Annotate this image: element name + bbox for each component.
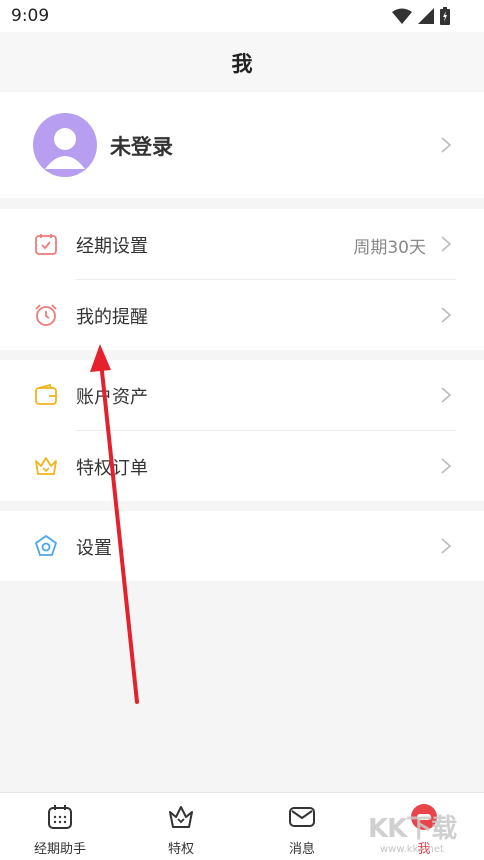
alarm-clock-icon — [35, 304, 57, 326]
menu-item-period-settings[interactable]: 经期设置 周期30天 — [0, 209, 484, 279]
menu-item-label: 账户资产 — [76, 387, 148, 408]
calendar-grid-icon — [48, 805, 72, 829]
menu-group-settings: 设置 — [0, 511, 484, 581]
wifi-icon — [392, 8, 412, 24]
tab-messages[interactable]: 消息 — [252, 793, 352, 860]
tab-privilege[interactable]: 特权 — [131, 793, 231, 860]
menu-item-my-reminders[interactable]: 我的提醒 — [0, 280, 484, 350]
chevron-right-icon — [441, 538, 452, 554]
profile-card[interactable]: 未登录 — [0, 92, 484, 198]
page-title: 我 — [231, 52, 253, 76]
watermark-logo: KK下载 — [368, 814, 457, 844]
menu-item-label: 经期设置 — [76, 236, 148, 257]
app-screen: 9:09 我 未登录 经期设置 周期30天 我的提醒 账户资产 特权订单 设置 … — [0, 0, 484, 860]
menu-item-label: 特权订单 — [76, 458, 148, 479]
wallet-icon — [35, 383, 57, 405]
status-time: 9:09 — [11, 6, 50, 26]
tab-label: 特权 — [167, 842, 194, 857]
menu-group-period: 经期设置 周期30天 我的提醒 — [0, 209, 484, 350]
status-icons — [392, 7, 450, 25]
watermark-url: www.kkx.net — [380, 844, 444, 855]
menu-item-account-assets[interactable]: 账户资产 — [0, 360, 484, 430]
chevron-right-icon — [441, 387, 452, 403]
chevron-right-icon — [441, 137, 452, 153]
login-status-label[interactable]: 未登录 — [110, 131, 173, 161]
default-avatar-icon — [45, 128, 85, 169]
page-header: 我 — [0, 32, 484, 90]
avatar[interactable] — [33, 113, 97, 177]
tab-label: 消息 — [288, 842, 315, 857]
chevron-right-icon — [441, 458, 452, 474]
menu-item-settings[interactable]: 设置 — [0, 511, 484, 581]
cycle-length-value: 周期30天 — [353, 238, 426, 258]
calendar-check-icon — [35, 234, 57, 255]
battery-icon — [440, 7, 450, 25]
settings-pentagon-icon — [35, 535, 57, 556]
signal-icon — [418, 8, 434, 24]
mail-icon — [289, 807, 315, 827]
menu-item-label: 我的提醒 — [76, 307, 148, 328]
tab-label: 经期助手 — [33, 842, 86, 857]
status-bar: 9:09 — [0, 0, 484, 32]
chevron-right-icon — [441, 236, 452, 252]
menu-item-label: 设置 — [76, 538, 112, 559]
menu-item-privilege-orders[interactable]: 特权订单 — [0, 431, 484, 501]
crown-icon — [35, 457, 57, 475]
menu-group-account: 账户资产 特权订单 — [0, 360, 484, 501]
crown-icon — [169, 806, 193, 828]
tab-period-assistant[interactable]: 经期助手 — [10, 793, 110, 860]
chevron-right-icon — [441, 307, 452, 323]
